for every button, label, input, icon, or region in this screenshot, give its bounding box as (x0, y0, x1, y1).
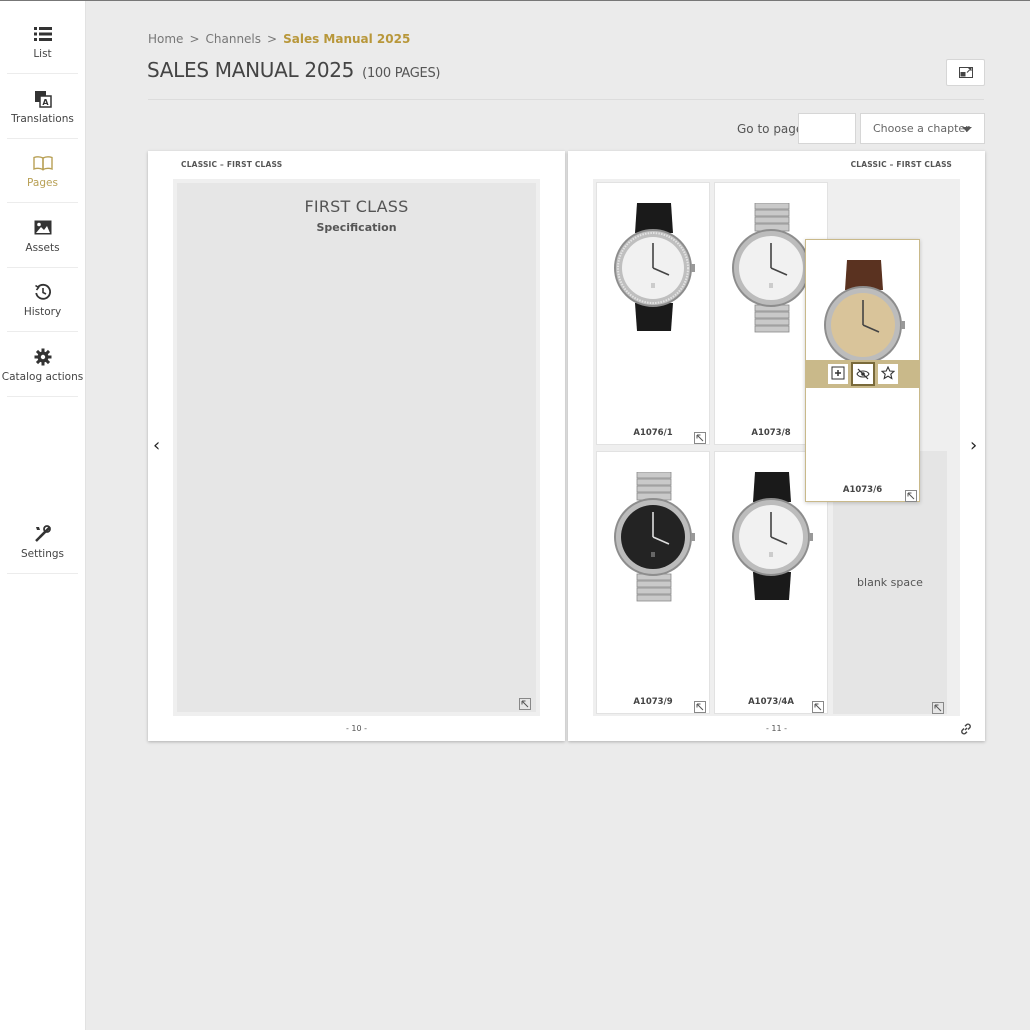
image-icon (33, 218, 53, 238)
sidebar-item-label: List (33, 47, 52, 60)
page-header: CLASSIC – FIRST CLASS (850, 160, 952, 169)
header-divider (148, 99, 984, 100)
prev-page-arrow[interactable]: ‹ (153, 435, 160, 456)
goto-page-label: Go to page: (737, 122, 808, 136)
favorite-button[interactable] (877, 364, 898, 384)
breadcrumb-separator: > (267, 32, 278, 46)
product-card[interactable]: A1076/1 (596, 182, 710, 445)
sidebar-item-pages[interactable]: Pages (7, 139, 78, 203)
watch-image (732, 472, 813, 600)
watch-image (614, 472, 695, 602)
left-page: CLASSIC – FIRST CLASS FIRST CLASS Specif… (148, 151, 565, 741)
chapter-title: FIRST CLASS (304, 197, 409, 216)
tools-icon (33, 524, 53, 544)
product-card-hovered[interactable]: A1073/6 (805, 239, 920, 502)
product-card[interactable]: A1073/9 (596, 451, 710, 714)
breadcrumb: Home > Channels > Sales Manual 2025 (148, 32, 410, 46)
next-page-arrow[interactable]: › (970, 435, 977, 456)
chapter-subtitle: Specification (316, 221, 397, 234)
hide-button[interactable] (852, 364, 873, 384)
sidebar-item-label: Catalog actions (1, 370, 84, 383)
page-title: SALES MANUAL 2025 (100 PAGES) (147, 58, 440, 82)
sidebar-item-assets[interactable]: Assets (7, 204, 78, 268)
specification-area[interactable]: FIRST CLASS Specification (173, 179, 540, 716)
breadcrumb-separator: > (189, 32, 200, 46)
chapter-select[interactable]: Choose a chapter (860, 113, 985, 144)
breadcrumb-home[interactable]: Home (148, 32, 183, 46)
resize-icon[interactable] (812, 698, 824, 713)
add-frame-icon (831, 365, 845, 384)
sidebar-item-label: History (23, 305, 62, 318)
star-icon (880, 365, 895, 384)
gear-icon (33, 347, 53, 367)
fullscreen-button[interactable] (946, 59, 985, 86)
sidebar-item-list[interactable]: List (7, 10, 78, 74)
resize-icon[interactable] (932, 699, 944, 714)
top-border (0, 0, 1030, 1)
sidebar-item-label: Pages (27, 176, 58, 189)
resize-icon[interactable] (905, 487, 917, 502)
page-number: - 10 - (345, 724, 368, 733)
product-code: A1073/6 (842, 485, 883, 495)
product-code: A1073/4A (748, 697, 794, 707)
sidebar-item-settings[interactable]: Settings (7, 510, 78, 574)
eye-slash-icon (855, 365, 870, 384)
sidebar-item-catalog-actions[interactable]: Catalog actions (2, 333, 83, 397)
product-code: A1076/1 (633, 428, 673, 438)
sidebar-item-history[interactable]: History (7, 268, 78, 332)
translate-icon: A (33, 89, 53, 109)
link-icon[interactable] (959, 721, 973, 735)
chapter-select-label: Choose a chapter (873, 122, 970, 135)
history-icon (33, 282, 53, 302)
blank-space-label: blank space (857, 576, 923, 589)
add-to-page-button[interactable] (827, 364, 848, 384)
product-code: A1073/9 (633, 697, 673, 707)
product-action-bar (806, 360, 919, 388)
sidebar-item-label: Translations (11, 112, 74, 125)
page-header: CLASSIC – FIRST CLASS (181, 160, 283, 169)
goto-page-input[interactable] (798, 113, 856, 144)
resize-icon[interactable] (694, 698, 706, 713)
sidebar-item-label: Settings (20, 547, 65, 560)
right-page: CLASSIC – FIRST CLASS A1076/1 A1073/8 A1… (568, 151, 985, 741)
page-title-text: SALES MANUAL 2025 (147, 58, 355, 82)
sidebar-item-translations[interactable]: A Translations (7, 75, 78, 139)
page-count: (100 PAGES) (362, 66, 441, 81)
fullscreen-icon (958, 63, 973, 82)
watch-image (614, 203, 695, 331)
sidebar-item-label: Assets (25, 241, 60, 254)
caret-down-icon (962, 127, 972, 132)
watch-image (732, 203, 813, 333)
breadcrumb-channels[interactable]: Channels (206, 32, 262, 46)
resize-icon[interactable] (519, 695, 531, 710)
page-number: - 11 - (765, 724, 788, 733)
resize-icon[interactable] (694, 429, 706, 444)
breadcrumb-current: Sales Manual 2025 (283, 32, 411, 46)
svg-text:A: A (42, 98, 49, 107)
list-icon (33, 24, 53, 44)
book-icon (32, 153, 53, 173)
sidebar: List A Translations Pages Assets History… (0, 1, 86, 1030)
